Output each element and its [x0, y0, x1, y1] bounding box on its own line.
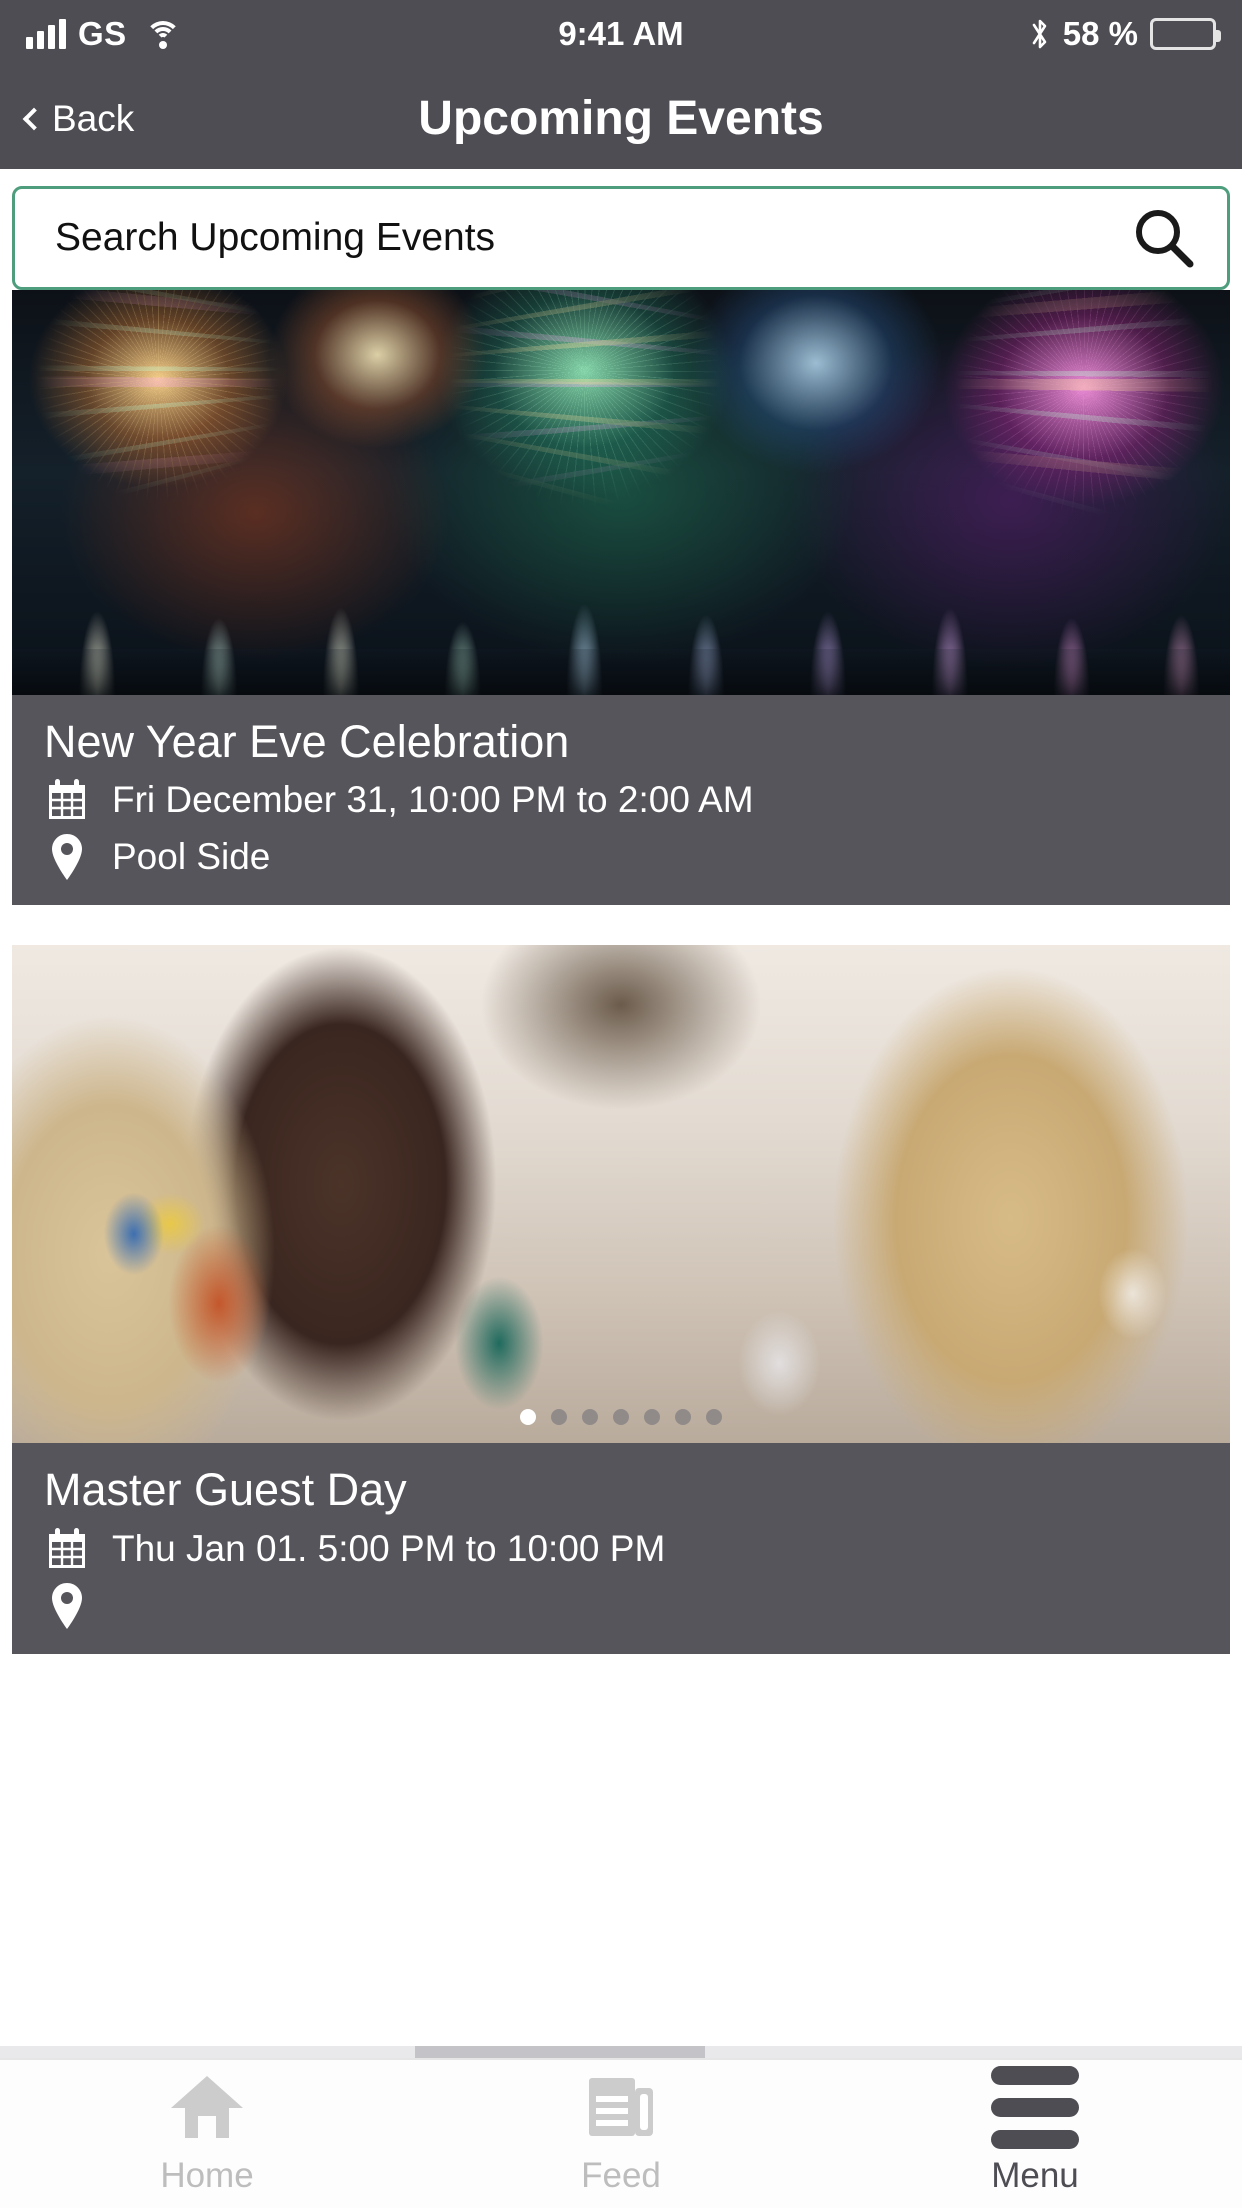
event-location: Pool Side — [112, 836, 271, 878]
carousel-dot[interactable] — [551, 1409, 567, 1426]
calendar-icon — [44, 1526, 90, 1572]
wifi-icon — [144, 19, 181, 49]
event-title: New Year Eve Celebration — [44, 716, 570, 767]
newspaper-icon — [586, 2072, 656, 2142]
events-list[interactable]: New Year Eve Celebration Fri December 31… — [0, 290, 1242, 1654]
event-info: Master Guest Day Thu Jan 01. 5:00 PM to … — [12, 1443, 1230, 1654]
bluetooth-icon — [1029, 17, 1051, 51]
event-image-guest-day[interactable] — [12, 945, 1230, 1444]
event-image-fireworks[interactable] — [12, 290, 1230, 695]
search-icon[interactable] — [1131, 205, 1197, 271]
event-location-row — [44, 1582, 1198, 1630]
tab-feed-label: Feed — [581, 2156, 661, 2195]
carrier-label: GS — [78, 15, 127, 52]
carousel-dot[interactable] — [675, 1409, 691, 1426]
carousel-dots[interactable] — [12, 1409, 1230, 1426]
navigation-bar: Back Upcoming Events — [0, 68, 1242, 169]
event-date-row: Fri December 31, 10:00 PM to 2:00 AM — [44, 777, 1198, 823]
carousel-dot[interactable] — [582, 1409, 598, 1426]
battery-icon — [1150, 18, 1221, 50]
search-input[interactable]: Search Upcoming Events — [55, 216, 1131, 260]
battery-percent-label: 58 % — [1062, 15, 1138, 52]
back-button[interactable]: Back — [22, 97, 135, 140]
hamburger-icon — [991, 2065, 1079, 2149]
map-pin-icon — [44, 833, 90, 881]
tab-home-label: Home — [160, 2156, 254, 2195]
event-card[interactable]: New Year Eve Celebration Fri December 31… — [12, 290, 1230, 906]
event-date-row: Thu Jan 01. 5:00 PM to 10:00 PM — [44, 1526, 1198, 1572]
tab-menu-label: Menu — [991, 2156, 1079, 2195]
carousel-dot[interactable] — [520, 1409, 536, 1426]
event-card[interactable]: Master Guest Day Thu Jan 01. 5:00 PM to … — [12, 945, 1230, 1654]
search-section: Search Upcoming Events — [0, 169, 1242, 290]
event-date: Thu Jan 01. 5:00 PM to 10:00 PM — [112, 1527, 666, 1569]
horizontal-scrollbar[interactable] — [0, 2046, 1242, 2058]
tab-feed[interactable]: Feed — [414, 2072, 828, 2196]
carousel-dot[interactable] — [644, 1409, 660, 1426]
status-bar-right: 58 % — [1029, 15, 1221, 53]
status-bar-left: GS — [26, 15, 181, 53]
scrollbar-thumb[interactable] — [415, 2046, 705, 2058]
bottom-tab-bar: Home Feed Menu — [0, 2058, 1242, 2208]
search-field[interactable]: Search Upcoming Events — [12, 186, 1230, 290]
calendar-icon — [44, 777, 90, 823]
page-title: Upcoming Events — [418, 92, 824, 145]
event-title: Master Guest Day — [44, 1464, 407, 1516]
home-icon — [169, 2072, 245, 2142]
signal-bars-icon — [26, 19, 66, 49]
carousel-dot[interactable] — [613, 1409, 629, 1426]
back-button-label: Back — [52, 97, 135, 139]
status-bar: GS 9:41 AM 58 % — [0, 0, 1242, 68]
chevron-left-icon — [22, 107, 46, 130]
tab-home[interactable]: Home — [0, 2072, 414, 2196]
map-pin-icon — [44, 1582, 90, 1630]
tab-menu[interactable]: Menu — [828, 2065, 1242, 2196]
card-divider — [0, 905, 1242, 946]
event-location-row: Pool Side — [44, 833, 1198, 881]
event-info: New Year Eve Celebration Fri December 31… — [12, 695, 1230, 906]
event-date: Fri December 31, 10:00 PM to 2:00 AM — [112, 779, 754, 821]
carousel-dot[interactable] — [706, 1409, 722, 1426]
